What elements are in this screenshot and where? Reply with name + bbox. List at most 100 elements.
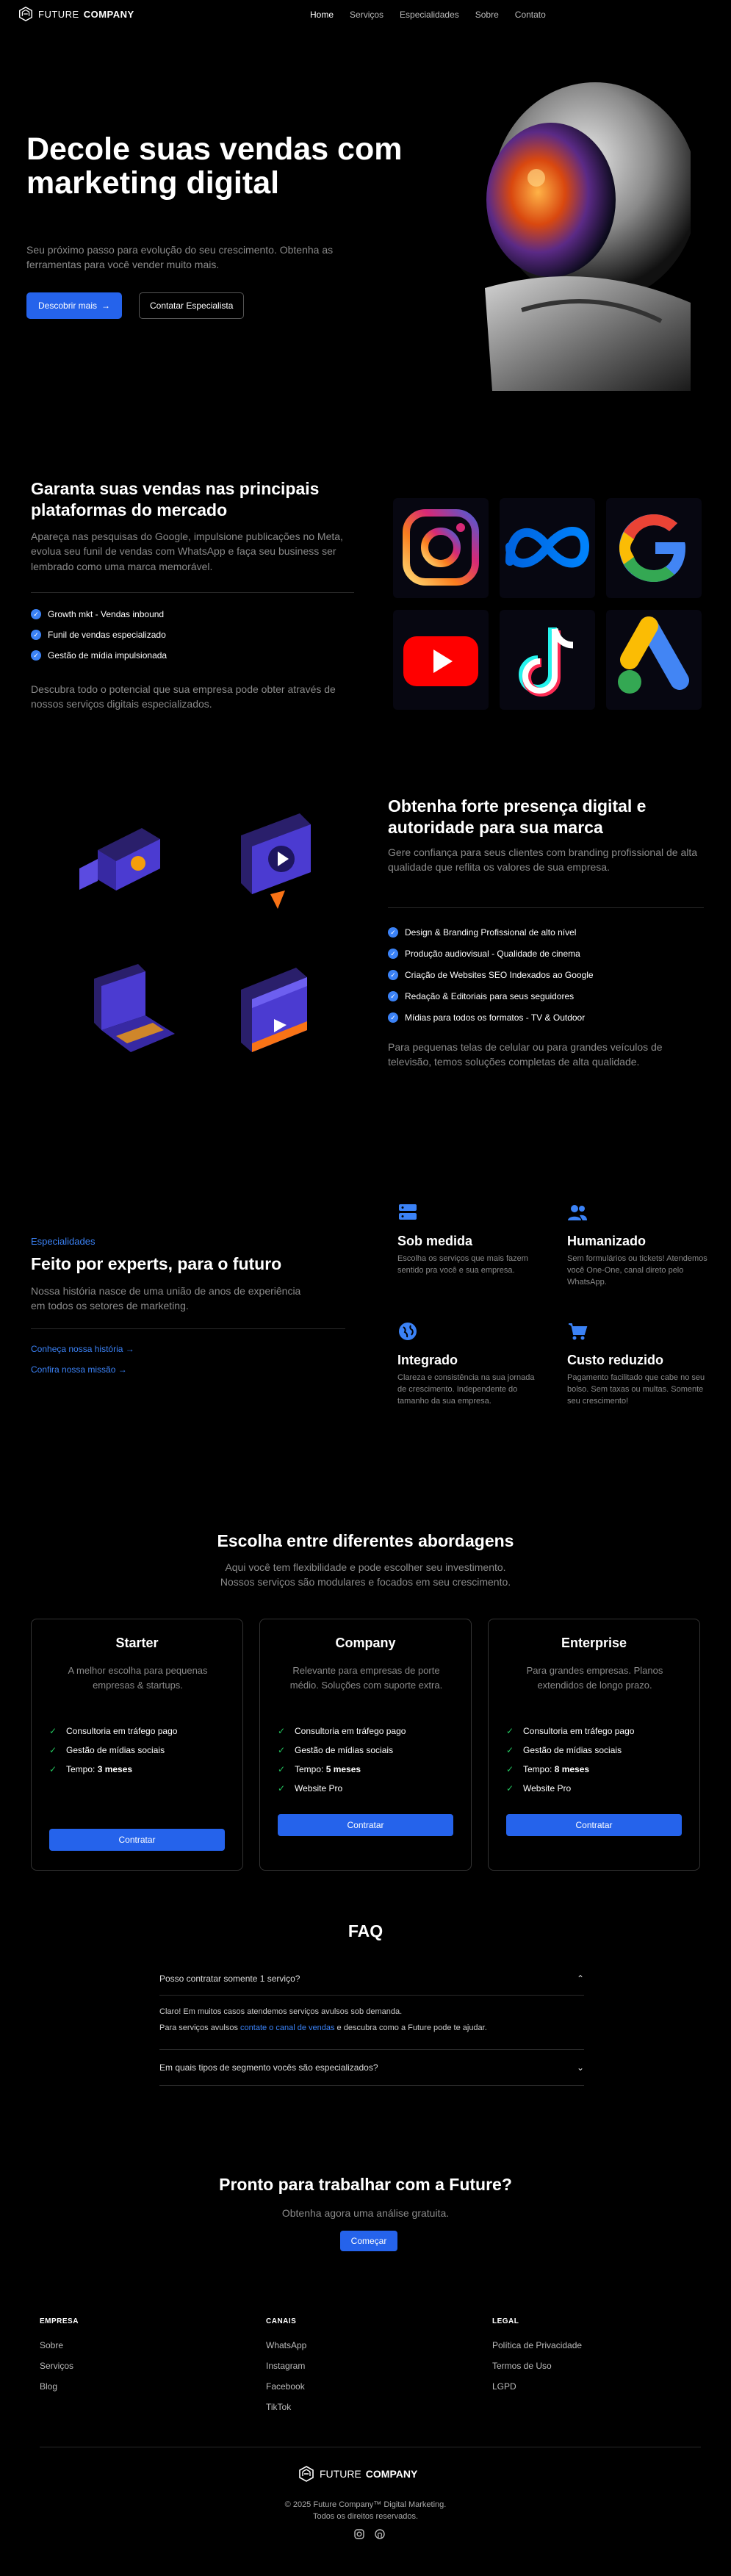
instagram-icon — [393, 498, 489, 598]
list-item-label: Design & Branding Profissional de alto n… — [405, 927, 577, 938]
copyright: © 2025 Future Company™ Digital Marketing… — [0, 2500, 731, 2523]
list-item-label: Produção audiovisual - Qualidade de cine… — [405, 949, 580, 959]
check-icon: ✓ — [49, 1726, 57, 1736]
footer-link[interactable]: Termos de Uso — [492, 2361, 639, 2371]
list-item: ✓ Gestão de mídia impulsionada — [31, 650, 167, 661]
footer-link[interactable]: Facebook — [266, 2381, 413, 2392]
list-item: ✓ Produção audiovisual - Qualidade de cin… — [388, 949, 594, 959]
footer-link[interactable]: LGPD — [492, 2381, 639, 2392]
footer-link[interactable]: Sobre — [40, 2340, 187, 2350]
faq-question-text: Posso contratar somente 1 serviço? — [159, 1974, 300, 1984]
history-link[interactable]: Conheça nossa história → — [31, 1344, 134, 1354]
presence-footer: Para pequenas telas de celular ou para g… — [388, 1041, 663, 1068]
faq-answer-1: Claro! Em muitos casos atendemos serviço… — [159, 2004, 584, 2036]
footer-link[interactable]: TikTok — [266, 2402, 413, 2412]
check-icon: ✓ — [278, 1783, 286, 1794]
nav-link-home[interactable]: Home — [310, 10, 334, 20]
plan-time-label: Tempo: — [295, 1764, 326, 1774]
google-icon — [606, 498, 702, 598]
platforms-list: ✓ Growth mkt - Vendas inbound ✓ Funil de v… — [31, 609, 167, 661]
plan-feature-label: Consultoria em tráfego pago — [66, 1726, 178, 1736]
discover-more-label: Descobrir mais — [38, 301, 98, 311]
platform-logos-grid — [393, 498, 702, 716]
plan-time-value: 8 meses — [554, 1764, 590, 1774]
faq-answer-line: Para serviços avulsos contate o canal de… — [159, 2020, 584, 2036]
plan-time-value: 5 meses — [325, 1764, 361, 1774]
footer-link[interactable]: Blog — [40, 2381, 187, 2392]
arrow-right-icon: → — [125, 1344, 134, 1354]
plan-contract-button[interactable]: Contratar — [278, 1814, 453, 1836]
mission-link-label: Confira nossa missão — [31, 1364, 116, 1375]
plan-card-starter: Starter A melhor escolha para pequenas e… — [31, 1619, 243, 1871]
plan-feature: ✓ Tempo: 3 meses — [49, 1764, 177, 1774]
divider — [159, 2049, 584, 2050]
divider — [31, 1328, 345, 1329]
discover-more-button[interactable]: Descobrir mais → — [26, 292, 123, 319]
astronaut-image — [485, 82, 691, 391]
presence-subtitle: Gere confiança para seus clientes com br… — [388, 846, 698, 874]
nav-link-especialidades[interactable]: Especialidades — [400, 10, 459, 20]
section-eyebrow: Especialidades — [31, 1236, 96, 1247]
server-icon — [399, 1204, 417, 1220]
plan-feature-label: Consultoria em tráfego pago — [295, 1726, 406, 1736]
users-icon — [568, 1205, 587, 1220]
feature-reduced-cost: Custo reduzido Pagamento facilitado que … — [567, 1321, 714, 1408]
feature-humanized: Humanizado Sem formulários ou tickets! A… — [567, 1202, 714, 1289]
plan-feature-label: Consultoria em tráfego pago — [523, 1726, 635, 1736]
check-icon: ✓ — [506, 1745, 514, 1755]
footer-column-title: EMPRESA — [40, 2317, 79, 2325]
list-item-label: Gestão de mídia impulsionada — [48, 650, 168, 661]
nav-link-contato[interactable]: Contato — [515, 10, 546, 20]
faq-question-1[interactable]: Posso contratar somente 1 serviço? ⌃ — [159, 1974, 584, 1984]
feature-title: Integrado — [397, 1353, 458, 1367]
plan-description: Para grandes empresas. Planos extendidos… — [526, 1665, 663, 1691]
list-item: ✓ Criação de Websites SEO Indexados ao Go… — [388, 970, 594, 980]
footer-link[interactable]: WhatsApp — [266, 2340, 413, 2350]
footer-brand-logo[interactable]: FUTURE COMPANY — [298, 2465, 417, 2483]
plan-feature-label: Gestão de mídias sociais — [295, 1745, 394, 1755]
footer-column-legal: LEGAL Política de Privacidade Termos de … — [492, 2317, 639, 2402]
sales-channel-link[interactable]: contate o canal de vendas — [240, 2023, 334, 2032]
nav-link-sobre[interactable]: Sobre — [475, 10, 499, 20]
contact-specialist-button[interactable]: Contatar Especialista — [139, 292, 245, 319]
check-circle-icon: ✓ — [388, 927, 398, 938]
start-button[interactable]: Começar — [340, 2231, 397, 2251]
instagram-icon[interactable] — [354, 2529, 364, 2539]
experts-title: Feito por experts, para o futuro — [31, 1254, 282, 1273]
github-icon[interactable] — [375, 2529, 385, 2539]
brand-name-bold: COMPANY — [365, 2468, 418, 2480]
cta-title: Pronto para trabalhar com a Future? — [219, 2175, 512, 2194]
feature-text: Sem formulários ou tickets! Atendemos vo… — [567, 1254, 707, 1287]
feature-title: Custo reduzido — [567, 1353, 663, 1367]
brand-logo[interactable]: FUTURE COMPANY — [18, 6, 134, 22]
check-circle-icon: ✓ — [388, 949, 398, 959]
logo-mark-icon — [19, 6, 32, 22]
nav-links: Home Serviços Especialidades Sobre Conta… — [310, 10, 546, 20]
plan-feature: ✓ Gestão de mídias sociais — [49, 1745, 177, 1755]
check-icon: ✓ — [278, 1745, 286, 1755]
plan-features: ✓ Consultoria em tráfego pago ✓ Gestão de … — [278, 1726, 406, 1802]
check-icon: ✓ — [506, 1783, 514, 1794]
media-illustrations-grid — [72, 799, 336, 1072]
list-item-label: Redação & Editoriais para seus seguidore… — [405, 991, 575, 1001]
plan-description: Relevante para empresas de porte médio. … — [289, 1665, 443, 1691]
laptop-icon — [94, 964, 175, 1052]
footer-link[interactable]: Política de Privacidade — [492, 2340, 639, 2350]
plan-name: Starter — [115, 1636, 159, 1650]
nav-link-servicos[interactable]: Serviços — [350, 10, 383, 20]
divider — [159, 1995, 584, 1996]
plan-contract-button[interactable]: Contratar — [506, 1814, 682, 1836]
mission-link[interactable]: Confira nossa missão → — [31, 1364, 127, 1375]
plan-contract-button[interactable]: Contratar — [49, 1829, 225, 1851]
copyright-line: © 2025 Future Company™ Digital Marketing… — [284, 2500, 447, 2509]
check-circle-icon: ✓ — [31, 650, 41, 661]
feature-tailored: Sob medida Escolha os serviços que mais … — [397, 1202, 544, 1277]
footer-link[interactable]: Serviços — [40, 2361, 187, 2371]
faq-answer-text: Para serviços avulsos — [159, 2023, 241, 2032]
platforms-title: Garanta suas vendas nas principais plata… — [31, 479, 320, 519]
faq-question-2[interactable]: Em quais tipos de segmento vocês são esp… — [159, 2062, 584, 2073]
plan-feature: ✓ Consultoria em tráfego pago — [506, 1726, 634, 1736]
platforms-footer: Descubra todo o potencial que sua empres… — [31, 683, 336, 710]
plan-feature-label: Website Pro — [295, 1783, 343, 1794]
footer-link[interactable]: Instagram — [266, 2361, 413, 2371]
